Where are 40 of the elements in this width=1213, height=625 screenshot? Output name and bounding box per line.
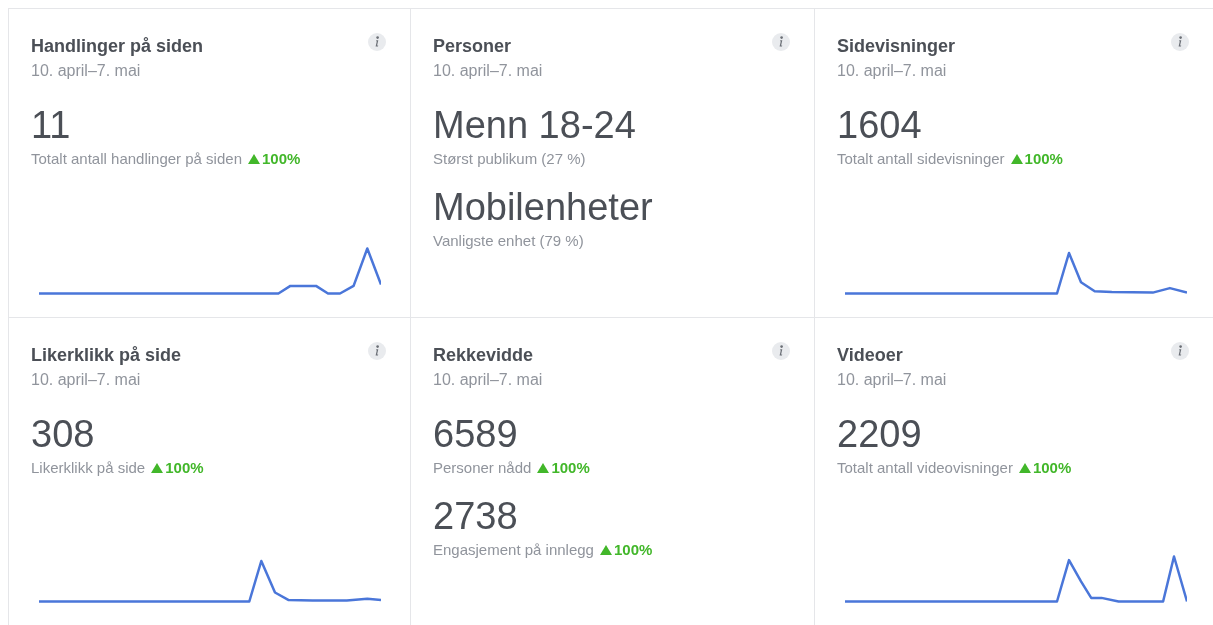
date-range: 10. april–7. mai <box>433 370 543 390</box>
change-percent: 100% <box>262 149 301 169</box>
metric-label: Personer nådd <box>433 458 532 478</box>
date-range: 10. april–7. mai <box>31 370 141 390</box>
metric-value: 11 <box>31 103 71 147</box>
info-icon[interactable] <box>772 342 790 360</box>
info-icon[interactable] <box>1171 342 1189 360</box>
metric-label: Størst publikum (27 %) <box>433 149 586 169</box>
card-title: Personer <box>433 35 512 57</box>
card-title: Sidevisninger <box>837 35 956 57</box>
change-percent: 100% <box>551 458 590 478</box>
info-icon[interactable] <box>368 342 386 360</box>
change-percent: 100% <box>165 458 204 478</box>
change-percent: 100% <box>1024 149 1063 169</box>
metric-value: 2738 <box>433 494 518 538</box>
metric-value: 308 <box>31 412 95 456</box>
info-icon[interactable] <box>368 33 386 51</box>
card-title: Rekkevidde <box>433 344 534 366</box>
metric-value: Mobilenheter <box>433 185 653 229</box>
metric-label: Totalt antall sidevisninger <box>837 149 1005 169</box>
date-range: 10. april–7. mai <box>837 370 947 390</box>
metric-value: Menn 18-24 <box>433 103 636 147</box>
info-icon[interactable] <box>772 33 790 51</box>
metric-value: 2209 <box>837 412 922 456</box>
date-range: 10. april–7. mai <box>31 61 141 81</box>
card-title: Handlinger på siden <box>31 35 204 57</box>
date-range: 10. april–7. mai <box>837 61 947 81</box>
metric-label: Engasjement på innlegg <box>433 540 594 560</box>
metric-label: Totalt antall handlinger på siden <box>31 149 242 169</box>
metric-value: 6589 <box>433 412 518 456</box>
metric-label: Likerklikk på side <box>31 458 146 478</box>
metric-label: Totalt antall videovisninger <box>837 458 1013 478</box>
card-title: Likerklikk på side <box>31 344 182 366</box>
change-percent: 100% <box>1032 458 1072 478</box>
metric-label: Vanligste enhet (79 %) <box>433 231 584 251</box>
info-icon[interactable] <box>1171 33 1189 51</box>
metric-value: 1604 <box>837 103 922 147</box>
card-title: Videoer <box>837 344 903 366</box>
change-percent: 100% <box>613 540 653 560</box>
date-range: 10. april–7. mai <box>433 61 543 81</box>
